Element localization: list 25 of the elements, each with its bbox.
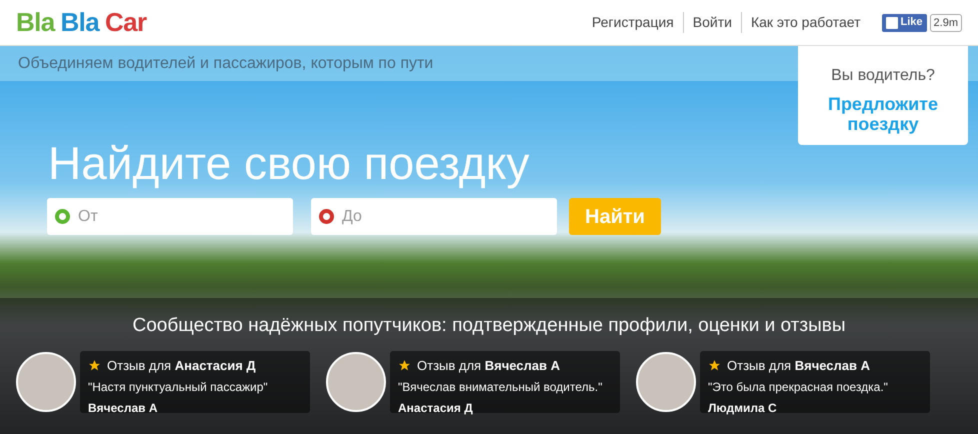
nav-link[interactable]: Войти: [682, 12, 741, 33]
location-field[interactable]: От: [47, 198, 293, 235]
hero-heading: Найдите свою поездку: [48, 136, 530, 190]
review-quote: "Настя пунктуальный пассажир": [88, 379, 269, 396]
like-count: 2.9m: [930, 14, 962, 32]
review-author: Людмила С: [708, 400, 778, 417]
star-icon: [398, 358, 411, 372]
community-title: Сообщество надёжных попутчиков: подтвержденные профили, оценки и отзывы: [132, 314, 846, 338]
logo[interactable]: Bla Bla Car: [16, 3, 146, 42]
nav-link[interactable]: Регистрация: [582, 12, 683, 33]
review-author: Анастасия Д: [398, 400, 474, 417]
driver-question: Вы водитель?: [831, 66, 935, 86]
review-author: Вячеслав А: [88, 400, 158, 417]
review-title: Отзыв для Вячеслав А: [727, 356, 870, 375]
offer-ride-link[interactable]: Предложите поездку: [823, 94, 943, 134]
tagline: Объединяем водителей и пассажиров, которым по пути: [18, 54, 434, 74]
review-title: Отзыв для Вячеслав А: [417, 356, 560, 375]
review-quote: "Это была прекрасная поездка.": [708, 379, 889, 396]
location-field[interactable]: До: [311, 198, 557, 235]
review-title: Отзыв для Анастасия Д: [107, 356, 256, 375]
star-icon: [88, 358, 101, 372]
review-quote: "Вячеслав внимательный водитель.": [398, 379, 604, 396]
star-icon: [708, 358, 721, 372]
nav-link[interactable]: Как это работает: [740, 12, 870, 33]
like-button[interactable]: Like: [882, 14, 927, 32]
